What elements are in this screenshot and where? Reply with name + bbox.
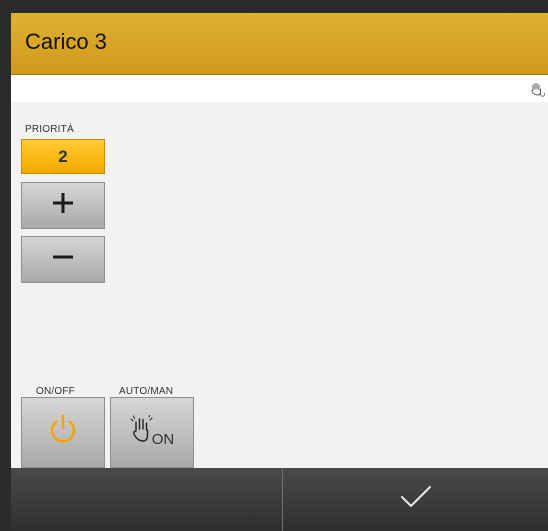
hand-icon <box>130 415 154 450</box>
checkmark-icon <box>399 484 433 515</box>
decrease-priority-button[interactable] <box>21 236 105 283</box>
page-title: Carico 3 <box>25 29 107 54</box>
bottom-left-slot <box>11 468 282 531</box>
status-bar <box>11 75 548 102</box>
app-window: Carico 3 PRIORITÀ 2 ON/OFF AUTO/MAN ON <box>11 13 548 531</box>
manual-hand-icon <box>529 81 545 97</box>
onoff-label: ON/OFF <box>36 386 75 397</box>
auto-man-toggle-button[interactable]: ON <box>110 397 194 468</box>
increase-priority-button[interactable] <box>21 182 105 229</box>
confirm-button[interactable] <box>283 468 548 531</box>
title-bar: Carico 3 <box>11 13 548 75</box>
mode-state-text: ON <box>151 431 175 448</box>
power-toggle-button[interactable] <box>21 397 105 468</box>
power-icon <box>46 413 80 452</box>
automan-label: AUTO/MAN <box>119 386 174 397</box>
minus-icon <box>51 245 75 274</box>
plus-icon <box>51 191 75 220</box>
priority-value: 2 <box>21 139 105 174</box>
priority-label: PRIORITÀ <box>25 124 74 135</box>
